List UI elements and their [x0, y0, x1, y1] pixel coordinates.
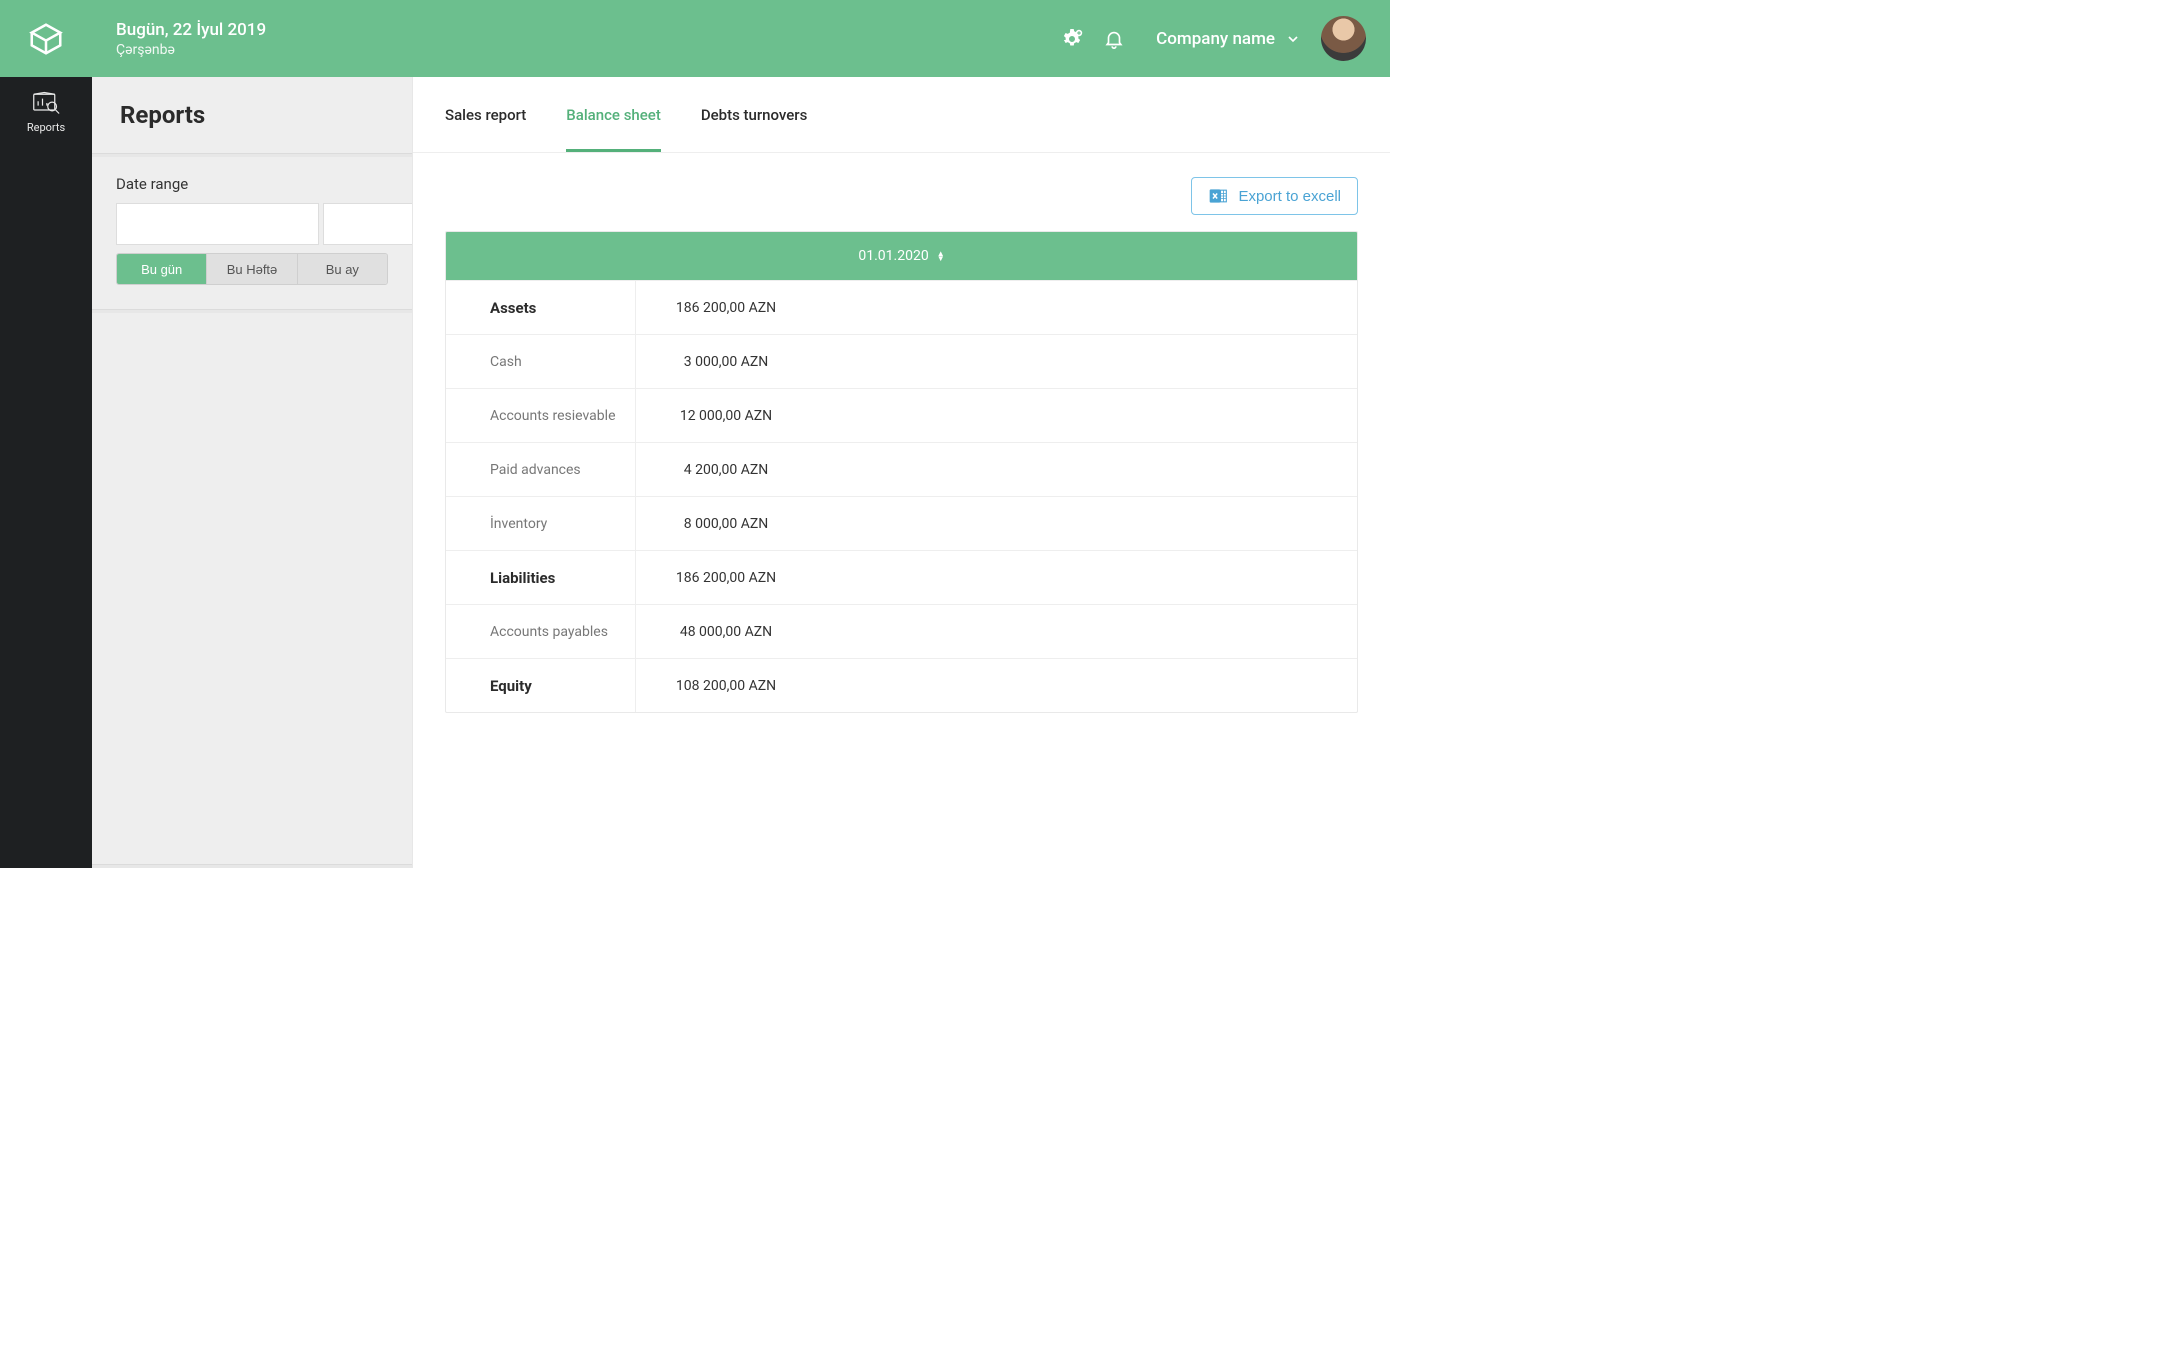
date-from-input[interactable]	[116, 203, 319, 245]
table-row: Accounts payables48 000,00 AZN	[446, 604, 1357, 658]
row-label: Accounts resievable	[446, 389, 636, 442]
export-label: Export to excell	[1238, 188, 1341, 205]
table-row: Cash3 000,00 AZN	[446, 334, 1357, 388]
table-row: Equity108 200,00 AZN	[446, 658, 1357, 712]
table-header-date: 01.01.2020	[858, 248, 928, 264]
export-excel-button[interactable]: Export to excell	[1191, 177, 1358, 215]
tab-balance-sheet[interactable]: Balance sheet	[566, 77, 661, 152]
main-content: Sales report Balance sheet Debts turnove…	[412, 77, 1390, 868]
row-label: Cash	[446, 335, 636, 388]
row-label: İnventory	[446, 497, 636, 550]
seg-week[interactable]: Bu Həftə	[206, 254, 296, 284]
settings-button[interactable]	[1054, 21, 1090, 57]
row-label: Assets	[446, 281, 636, 334]
date-range-label: Date range	[116, 175, 388, 193]
row-value: 186 200,00 AZN	[636, 570, 816, 586]
row-value: 12 000,00 AZN	[636, 408, 816, 424]
row-label: Equity	[446, 659, 636, 712]
side-panel-title: Reports	[92, 77, 412, 153]
app-logo[interactable]	[0, 0, 92, 77]
table-row: Accounts resievable12 000,00 AZN	[446, 388, 1357, 442]
table-row: Assets186 200,00 AZN	[446, 280, 1357, 334]
user-avatar[interactable]	[1321, 16, 1366, 61]
notifications-button[interactable]	[1096, 21, 1132, 57]
row-value: 8 000,00 AZN	[636, 516, 816, 532]
row-value: 3 000,00 AZN	[636, 354, 816, 370]
row-value: 48 000,00 AZN	[636, 624, 816, 640]
gear-icon	[1060, 27, 1084, 51]
tab-sales-report[interactable]: Sales report	[445, 77, 526, 152]
date-range-segmented: Bu gün Bu Həftə Bu ay	[116, 253, 388, 285]
excel-icon	[1208, 186, 1228, 206]
side-panel: Reports Date range Bu gün Bu Həftə Bu ay	[92, 77, 412, 868]
topbar-day: Çərşənbə	[116, 42, 266, 58]
company-name: Company name	[1156, 29, 1275, 49]
balance-sheet-table: 01.01.2020 ▲▼ Assets186 200,00 AZNCash3 …	[445, 231, 1358, 713]
seg-month[interactable]: Bu ay	[297, 254, 387, 284]
seg-today[interactable]: Bu gün	[117, 254, 206, 284]
bell-icon	[1103, 28, 1125, 50]
table-row: Liabilities186 200,00 AZN	[446, 550, 1357, 604]
chevron-down-icon	[1285, 31, 1301, 47]
row-value: 186 200,00 AZN	[636, 300, 816, 316]
nav-rail: Reports	[0, 0, 92, 868]
reports-icon	[32, 91, 60, 115]
tab-debts-turnovers[interactable]: Debts turnovers	[701, 77, 808, 152]
row-value: 108 200,00 AZN	[636, 678, 816, 694]
row-value: 4 200,00 AZN	[636, 462, 816, 478]
nav-item-reports[interactable]: Reports	[0, 77, 92, 148]
table-row: Paid advances4 200,00 AZN	[446, 442, 1357, 496]
topbar-date: Bugün, 22 İyul 2019	[116, 20, 266, 40]
sort-icon: ▲▼	[937, 251, 945, 261]
report-tabs: Sales report Balance sheet Debts turnove…	[413, 77, 1390, 153]
row-label: Accounts payables	[446, 605, 636, 658]
filters-card: Date range Bu gün Bu Həftə Bu ay	[92, 157, 412, 309]
table-row: İnventory8 000,00 AZN	[446, 496, 1357, 550]
topbar: Bugün, 22 İyul 2019 Çərşənbə Company nam…	[92, 0, 1390, 77]
topbar-date-block: Bugün, 22 İyul 2019 Çərşənbə	[116, 20, 266, 58]
nav-item-label: Reports	[27, 121, 65, 134]
company-dropdown[interactable]: Company name	[1156, 29, 1301, 49]
row-label: Liabilities	[446, 551, 636, 604]
row-label: Paid advances	[446, 443, 636, 496]
table-header[interactable]: 01.01.2020 ▲▼	[446, 232, 1357, 280]
